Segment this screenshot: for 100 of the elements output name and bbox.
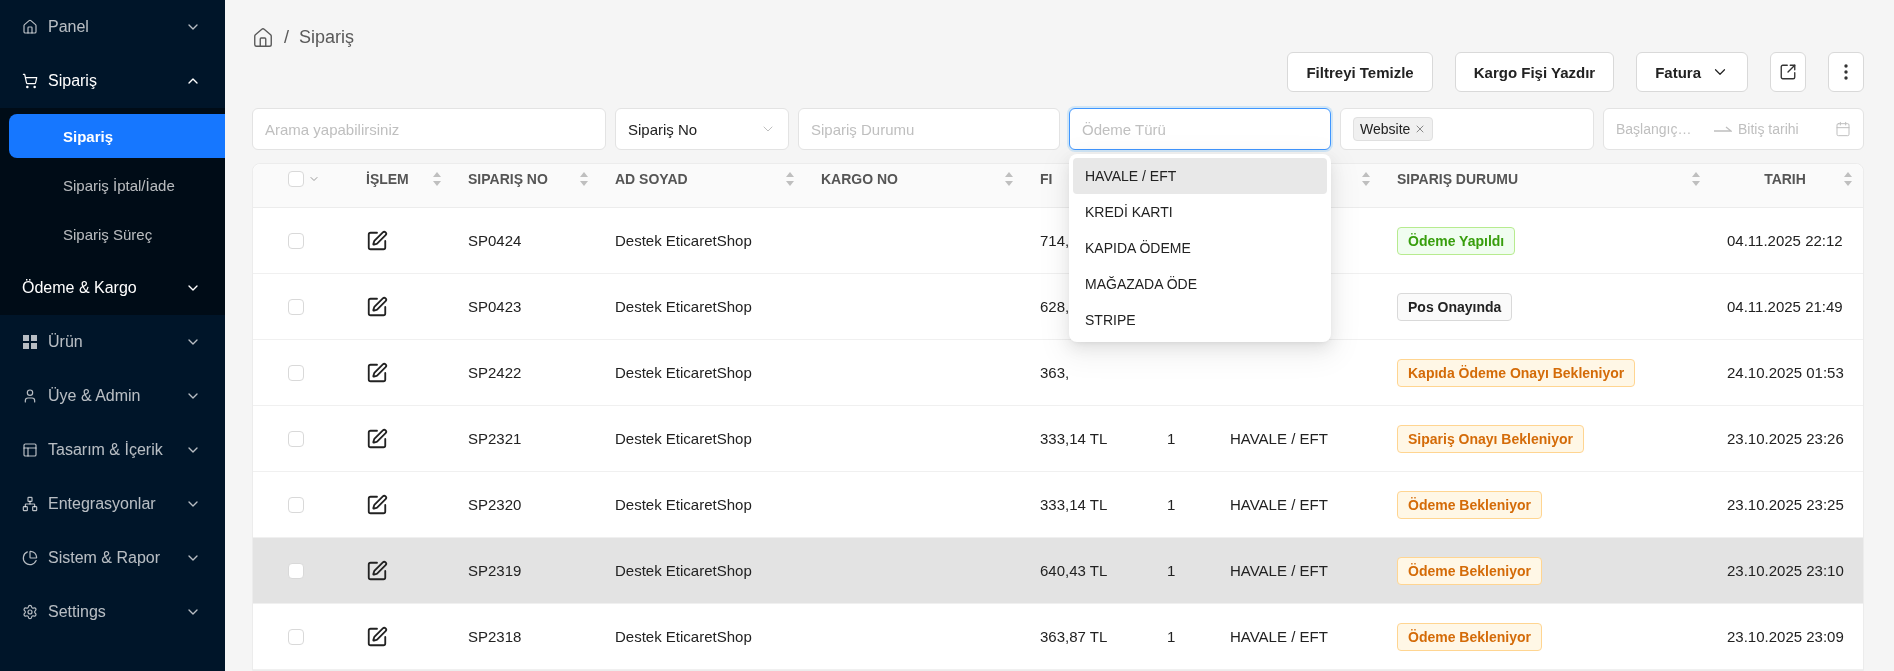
table-cell: Destek EticaretShop [615,628,752,645]
layout-icon [22,442,38,458]
sidebar-item[interactable]: Sipariş [0,54,225,108]
table-cell: Destek EticaretShop [615,430,752,447]
table-cell: 1 [1167,562,1176,579]
action-button[interactable]: Filtreyi Temizle [1287,52,1433,92]
row-checkbox[interactable] [288,562,304,579]
status-tag: Ödeme Bekleniyor [1397,556,1542,585]
table-cell: 04.11.2025 21:49 [1727,298,1843,315]
edit-icon[interactable] [366,295,388,318]
column-header: TARIH [1763,170,1807,187]
row-checkbox[interactable] [288,628,304,645]
table-cell: 23.10.2025 23:09 [1727,628,1844,645]
status-tag: Ödeme Bekleniyor [1397,490,1542,519]
home-icon[interactable] [252,26,274,49]
sidebar-item[interactable]: Üye & Admin [0,369,225,423]
start-date-input[interactable]: Başlangıç… [1616,121,1708,137]
table-row[interactable]: SP2319 Destek EticaretShop 640,43 TL 1 HAVALE / EFT Ödeme Bekleniyor 23.10.2025 23:10 [253,538,1863,604]
table-cell: HAVALE / EFT [1230,496,1328,513]
sort-icon[interactable] [1691,170,1701,187]
row-checkbox[interactable] [288,430,304,447]
table-cell: Destek EticaretShop [615,232,752,249]
edit-icon[interactable] [366,559,388,582]
sidebar-item[interactable]: Ödeme & Kargo [0,261,225,315]
table-cell: 23.10.2025 23:10 [1727,562,1844,579]
settings-icon [22,604,38,620]
payment-type-select[interactable]: Ödeme Türü [1069,108,1331,150]
table-cell: 363,87 TL [1040,628,1108,645]
more-button[interactable] [1828,52,1864,92]
column-header: FI [1040,170,1053,187]
breadcrumb-current: Sipariş [299,27,355,48]
edit-icon[interactable] [366,625,388,648]
table-cell: 1 [1167,496,1176,513]
grid-icon [22,334,38,350]
table-cell: 23.10.2025 23:25 [1727,496,1844,513]
cart-icon [22,73,38,89]
dropdown-button[interactable]: Fatura [1636,52,1748,92]
table-cell: Destek EticaretShop [615,562,752,579]
menu-option[interactable]: HAVALE / EFT [1073,158,1327,194]
sidebar-subitem[interactable]: Sipariş [9,114,225,158]
sort-icon[interactable] [785,170,795,187]
export-button[interactable] [1770,52,1806,92]
table-cell: 628, [1040,298,1070,315]
source-select[interactable]: Website [1340,108,1594,150]
table-cell: Destek EticaretShop [615,364,752,381]
row-checkbox[interactable] [288,496,304,513]
table-cell: SP2422 [468,364,522,381]
user-icon [22,388,38,404]
table-cell: SP2319 [468,562,522,579]
table-cell: 04.11.2025 22:12 [1727,232,1843,249]
table-cell: 714, [1040,232,1070,249]
table-cell: 23.10.2025 23:26 [1727,430,1844,447]
search-by-select[interactable]: Sipariş No [615,108,789,150]
table-cell: HAVALE / EFT [1230,562,1328,579]
date-range-field[interactable]: Başlangıç… Bitiş tarihi [1603,108,1864,150]
table-cell: SP2318 [468,628,522,645]
status-tag: Pos Onayında [1397,292,1513,321]
status-tag: Kapıda Ödeme Onayı Bekleniyor [1397,358,1636,387]
table-cell: SP0424 [468,232,522,249]
sort-icon[interactable] [432,170,442,187]
pie-chart-icon [22,550,38,566]
sidebar-item[interactable]: Settings [0,585,225,639]
home-icon [22,19,38,35]
row-checkbox[interactable] [288,232,304,249]
edit-icon[interactable] [366,427,388,450]
sidebar-item[interactable]: Tasarım & İçerik [0,423,225,477]
table-cell: 333,14 TL [1040,496,1108,513]
sidebar-subitem[interactable]: Sipariş İptal/İade [9,163,225,207]
edit-icon[interactable] [366,229,388,252]
sidebar-item[interactable]: Ürün [0,315,225,369]
select-all-checkbox[interactable] [288,170,304,187]
table-cell: 24.10.2025 01:53 [1727,364,1844,381]
search-field[interactable]: Arama yapabilirsiniz [252,108,606,150]
column-header: İŞLEM [366,170,409,187]
row-checkbox[interactable] [288,298,304,315]
more-icon [1844,64,1848,80]
row-checkbox[interactable] [288,364,304,381]
status-tag: Ödeme Yapıldı [1397,226,1516,255]
column-header: SIPARIŞ NO [468,170,548,187]
sort-icon[interactable] [1843,170,1853,187]
sort-icon[interactable] [1004,170,1014,187]
filter-tag: Website [1353,117,1434,141]
table-cell: SP2320 [468,496,522,513]
table-cell: 1 [1167,430,1176,447]
edit-icon[interactable] [366,493,388,516]
action-button[interactable]: Kargo Fişi Yazdır [1454,52,1615,92]
end-date-input[interactable]: Bitiş tarihi [1738,121,1829,137]
table-cell: 640,43 TL [1040,562,1108,579]
sort-icon[interactable] [579,170,589,187]
sidebar-subitem[interactable]: Sipariş Süreç [9,212,225,256]
status-tag: Ödeme Bekleniyor [1397,622,1542,651]
status-tag: Sipariş Onayı Bekleniyor [1397,424,1584,453]
sidebar-item[interactable]: Entegrasyonlar [0,477,225,531]
calendar-icon [1835,121,1851,137]
order-status-select[interactable]: Sipariş Durumu [798,108,1060,150]
edit-icon[interactable] [366,361,388,384]
sort-icon[interactable] [1361,170,1371,187]
sidebar-item[interactable]: Sistem & Rapor [0,531,225,585]
table-cell: HAVALE / EFT [1230,430,1328,447]
sidebar-item[interactable]: Panel [0,0,225,54]
